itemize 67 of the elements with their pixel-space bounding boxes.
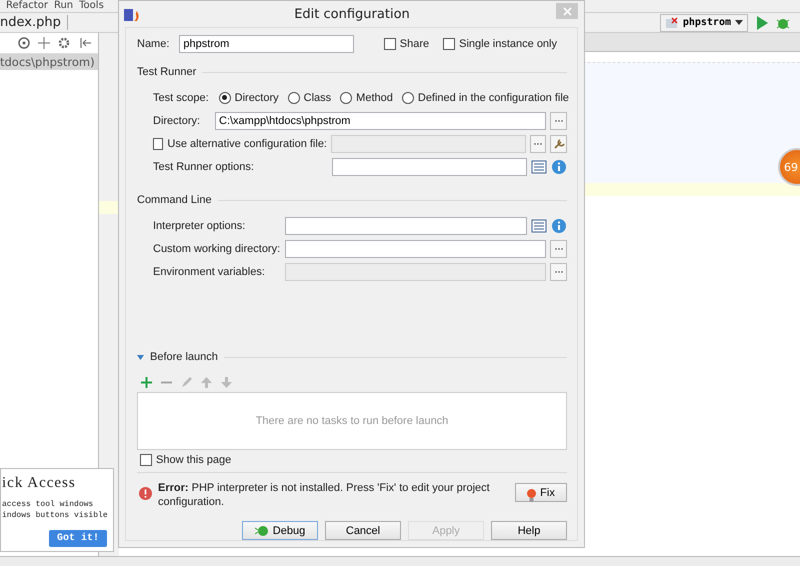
alternative-config-checkbox[interactable]: Use alternative configuration file: [153,138,327,150]
section-title: Command Line [137,194,212,206]
error-message: Error: PHP interpreter is not installed. Press 'Fix' to edit your project configuration. [158,481,491,509]
popup-text: access tool windows [1,500,94,510]
browse-button[interactable] [550,112,567,130]
breadcrumb-file[interactable]: ndex.php [0,15,68,30]
expanded-triangle-icon[interactable] [137,354,144,360]
list-icon[interactable] [531,158,547,174]
config-error-icon [664,16,679,28]
run-icon[interactable] [756,16,768,30]
scope-radio[interactable]: Class [288,92,332,104]
run-configuration-dropdown[interactable]: phpstrom [660,14,748,32]
option-checkbox[interactable]: Share [384,38,430,50]
name-field[interactable]: phpstrom [179,35,354,53]
target-icon[interactable] [18,37,30,49]
menu-item[interactable]: Run [54,0,74,12]
scope-radio[interactable]: Directory [218,92,279,104]
up-arrow-icon[interactable] [201,377,212,388]
runner-options-label: Test Runner options: [153,160,255,172]
field-label: Custom working directory: [153,242,281,254]
name-label: Name: [137,38,170,50]
wrench-icon [552,138,565,150]
app-logo-icon [124,6,140,22]
gear-icon[interactable] [58,37,72,49]
section-title: Before launch [150,351,218,363]
directory-label: Directory: [153,114,202,126]
scope-radio[interactable]: Defined in the configuration file [402,92,569,104]
browse-button[interactable] [550,240,567,258]
caret-icon [735,20,743,25]
current-line-highlight [99,201,119,214]
close-icon [562,6,572,16]
info-icon[interactable] [551,158,567,174]
working-directory-field[interactable] [285,240,546,258]
got-it-button[interactable]: Got it! [48,530,107,547]
lightbulb-icon [527,489,536,502]
menu-item[interactable]: Refactor [6,0,48,12]
tools-button[interactable] [550,134,568,152]
field-label: Environment variables: [153,266,266,278]
runner-options-field[interactable] [332,158,527,176]
directory-field[interactable]: C:\xampp\htdocs\phpstrom [215,112,546,130]
show-page-checkbox[interactable]: Show this page [140,454,232,466]
down-arrow-icon[interactable] [221,377,232,388]
bug-icon [254,524,269,536]
empty-list-text: There are no tasks to run before launch [256,415,448,427]
field-label: Interpreter options: [153,220,246,232]
popup-title: ick Access [1,475,77,492]
dialog-button[interactable]: Debug [242,521,318,540]
list-icon[interactable] [531,218,547,234]
popup-text: indows buttons visible [1,511,109,521]
test-scope-label: Test scope: [153,92,209,104]
fix-button[interactable]: Fix [515,483,567,502]
info-icon[interactable] [551,218,567,234]
option-checkbox[interactable]: Single instance only [443,38,557,50]
add-icon[interactable] [141,377,152,388]
section-title: Test Runner [137,66,196,78]
environment-variables-field[interactable] [285,262,546,280]
browse-button[interactable] [550,262,567,280]
dialog-button[interactable]: Help [491,521,567,540]
dialog-title: Edit configuration [293,6,411,22]
dialog-button[interactable]: Cancel [325,521,401,540]
interpreter-options-field[interactable] [285,216,527,234]
tree-item[interactable]: tdocs\phpstrom) [0,54,98,70]
scope-radio[interactable]: Method [340,92,393,104]
close-button[interactable] [556,3,578,19]
error-icon [139,487,152,500]
menu-item[interactable]: Tools [79,0,104,12]
pencil-icon[interactable] [181,377,192,388]
